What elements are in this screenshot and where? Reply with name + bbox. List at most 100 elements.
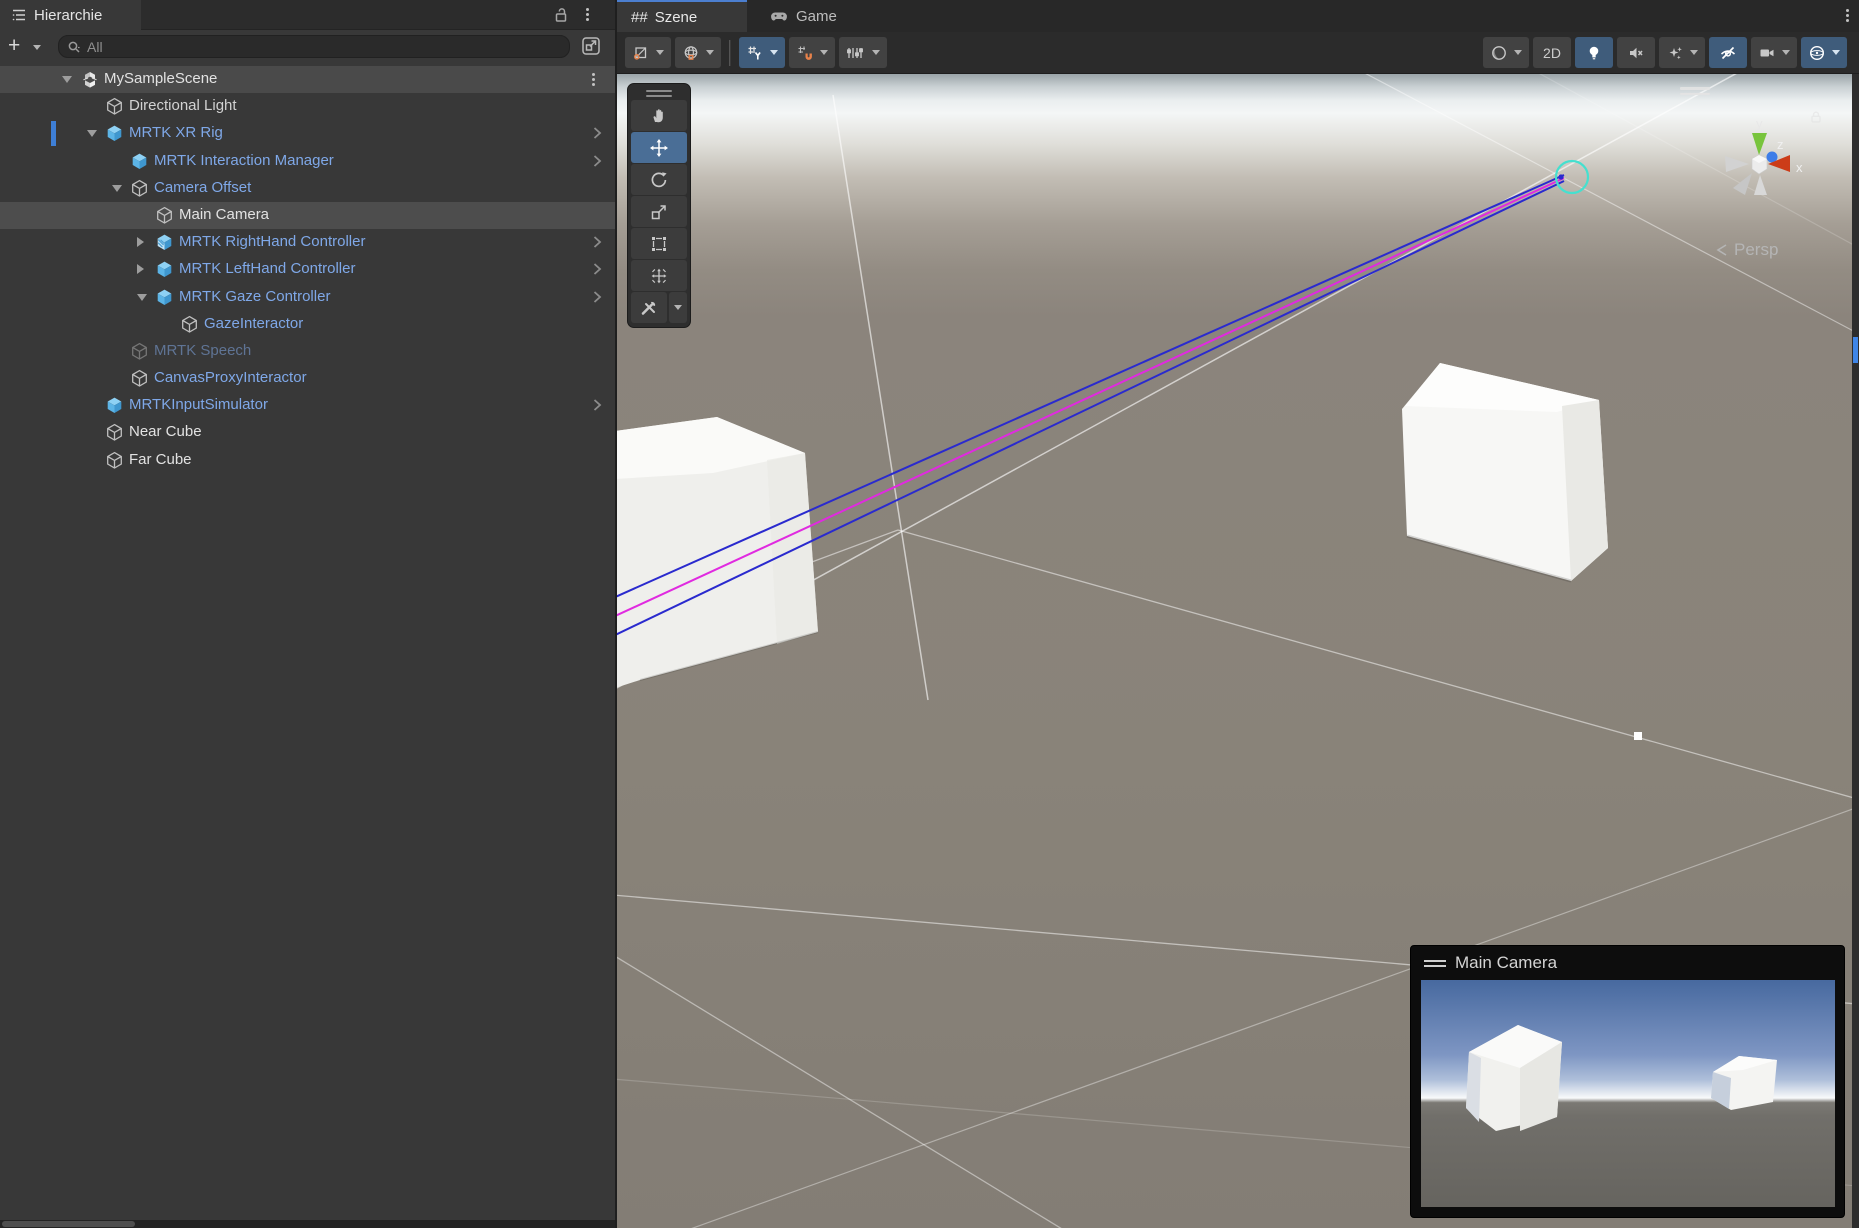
effects-toggle[interactable] [1659, 37, 1705, 68]
gizmo-overlay-drag-handle[interactable] [1680, 87, 1710, 95]
open-prefab-chevron-icon[interactable] [589, 234, 605, 250]
lighting-toggle[interactable] [1575, 37, 1613, 68]
add-object-caret-icon[interactable] [33, 45, 41, 50]
custom-tool[interactable] [631, 292, 667, 323]
tree-item-label: MRTKInputSimulator [129, 396, 268, 413]
scene-visibility-toggle[interactable] [1709, 37, 1747, 68]
shaded-sphere-icon [1490, 44, 1508, 62]
scene-panel: ## Szene Game [617, 0, 1859, 1228]
scene-vscrollbar-thumb[interactable] [1853, 337, 1858, 363]
axis-x-label: x [1796, 160, 1803, 175]
expander-open-icon[interactable] [62, 76, 72, 83]
dropdown-caret-icon[interactable] [770, 50, 778, 55]
rotate-tool[interactable] [631, 164, 687, 195]
tree-item-mrtkinputsimulator[interactable]: MRTKInputSimulator [0, 392, 615, 419]
dropdown-caret-icon[interactable] [1514, 50, 1522, 55]
handle-orientation-button[interactable] [675, 37, 721, 68]
open-prefab-chevron-icon[interactable] [589, 289, 605, 305]
projection-label: Persp [1734, 240, 1778, 260]
tree-item-camera-offset[interactable]: Camera Offset [0, 175, 615, 202]
draw-mode-button[interactable] [1483, 37, 1529, 68]
speaker-muted-icon [1627, 44, 1645, 62]
projection-toggle[interactable]: Persp [1715, 240, 1778, 260]
axis-gizmo[interactable]: y z x [1711, 116, 1821, 216]
tab-scene[interactable]: ## Szene [617, 0, 747, 32]
hierarchy-hscrollbar-thumb[interactable] [2, 1221, 135, 1227]
gizmos-toggle[interactable] [1801, 37, 1847, 68]
tab-hierarchy[interactable]: Hierarchie [0, 0, 141, 30]
tree-item-canvasproxyinteractor[interactable]: CanvasProxyInteractor [0, 365, 615, 392]
dropdown-caret-icon[interactable] [820, 50, 828, 55]
tree-item-mrtk-righthand-controller[interactable]: MRTK RightHand Controller [0, 229, 615, 256]
scene-options-kebab-icon[interactable] [592, 73, 595, 86]
add-object-button[interactable]: + [8, 35, 20, 56]
camera-settings-button[interactable] [1751, 37, 1797, 68]
tools-overlay-drag-handle[interactable] [631, 87, 687, 99]
axis-z-label: z [1777, 137, 1784, 152]
tree-item-mrtk-speech[interactable]: MRTK Speech [0, 338, 615, 365]
tree-item-label: MRTK RightHand Controller [179, 233, 365, 250]
tree-item-mrtk-interaction-manager[interactable]: MRTK Interaction Manager [0, 148, 615, 175]
dropdown-caret-icon[interactable] [1690, 50, 1698, 55]
search-icon [67, 40, 81, 54]
view-tool[interactable] [631, 100, 687, 131]
hierarchy-menu-kebab-icon[interactable] [586, 8, 589, 21]
cube-outline-icon [155, 206, 174, 225]
open-prefab-chevron-icon[interactable] [589, 153, 605, 169]
grid-snap-icon [796, 44, 814, 62]
camera-preview-drag-handle[interactable] [1424, 960, 1446, 967]
open-prefab-chevron-icon[interactable] [589, 397, 605, 413]
prefab-context-bar [51, 121, 56, 146]
popout-icon[interactable] [578, 33, 604, 59]
scale-tool[interactable] [631, 196, 687, 227]
audio-toggle[interactable] [1617, 37, 1655, 68]
tab-game[interactable]: Game [759, 0, 847, 32]
tree-item-label: Near Cube [129, 423, 202, 440]
dropdown-caret-icon[interactable] [1782, 50, 1790, 55]
scene-vscrollbar[interactable] [1852, 74, 1859, 1228]
hierarchy-search-box[interactable] [58, 35, 570, 58]
toolbar-left-group [625, 37, 887, 68]
transform-tool[interactable] [631, 260, 687, 291]
tool-settings-pivot-button[interactable] [625, 37, 671, 68]
expander-closed-icon[interactable] [137, 237, 144, 247]
open-prefab-chevron-icon[interactable] [589, 125, 605, 141]
globe-icon [682, 44, 700, 62]
pivot-square-icon [632, 44, 650, 62]
rect-tool[interactable] [631, 228, 687, 259]
tree-item-main-camera[interactable]: Main Camera [0, 202, 615, 229]
tree-item-directional-light[interactable]: Directional Light [0, 93, 615, 120]
expander-open-icon[interactable] [87, 130, 97, 137]
dropdown-caret-icon[interactable] [706, 50, 714, 55]
expander-open-icon[interactable] [137, 294, 147, 301]
prefab-cube-icon [155, 260, 174, 279]
tree-item-far-cube[interactable]: Far Cube [0, 447, 615, 474]
expander-closed-icon[interactable] [137, 264, 144, 274]
tree-item-mrtk-gaze-controller[interactable]: MRTK Gaze Controller [0, 284, 615, 311]
expander-open-icon[interactable] [112, 185, 122, 192]
search-input[interactable] [87, 39, 561, 55]
open-prefab-chevron-icon[interactable] [589, 261, 605, 277]
move-tool[interactable] [631, 132, 687, 163]
camera-preview-overlay[interactable]: Main Camera [1410, 945, 1845, 1218]
tree-item-mrtk-lefthand-controller[interactable]: MRTK LeftHand Controller [0, 256, 615, 283]
scene-menu-kebab-icon[interactable] [1846, 9, 1849, 22]
scene-viewport[interactable]: y z x Persp Main Camera [617, 74, 1852, 1228]
view-2d-toggle-label: 2D [1543, 45, 1561, 61]
grid-visibility-toggle[interactable] [739, 37, 785, 68]
dropdown-caret-icon[interactable] [656, 50, 664, 55]
custom-tool-dropdown[interactable] [669, 292, 687, 323]
view-2d-toggle[interactable]: 2D [1533, 37, 1571, 68]
hierarchy-hscrollbar[interactable] [0, 1220, 615, 1228]
snap-increment-button[interactable] [839, 37, 887, 68]
tree-item-near-cube[interactable]: Near Cube [0, 419, 615, 446]
tree-item-gazeinteractor[interactable]: GazeInteractor [0, 311, 615, 338]
grid-snap-toggle[interactable] [789, 37, 835, 68]
dropdown-caret-icon[interactable] [1832, 50, 1840, 55]
unlock-icon[interactable] [551, 5, 571, 25]
tree-item-mrtk-xr-rig[interactable]: MRTK XR Rig [0, 120, 615, 147]
orientation-gizmo: y z x Persp [1697, 100, 1847, 270]
dropdown-caret-icon[interactable] [872, 50, 880, 55]
tree-item-mysamplescene[interactable]: MySampleScene [0, 66, 615, 93]
hierarchy-search-row: + [0, 30, 615, 64]
